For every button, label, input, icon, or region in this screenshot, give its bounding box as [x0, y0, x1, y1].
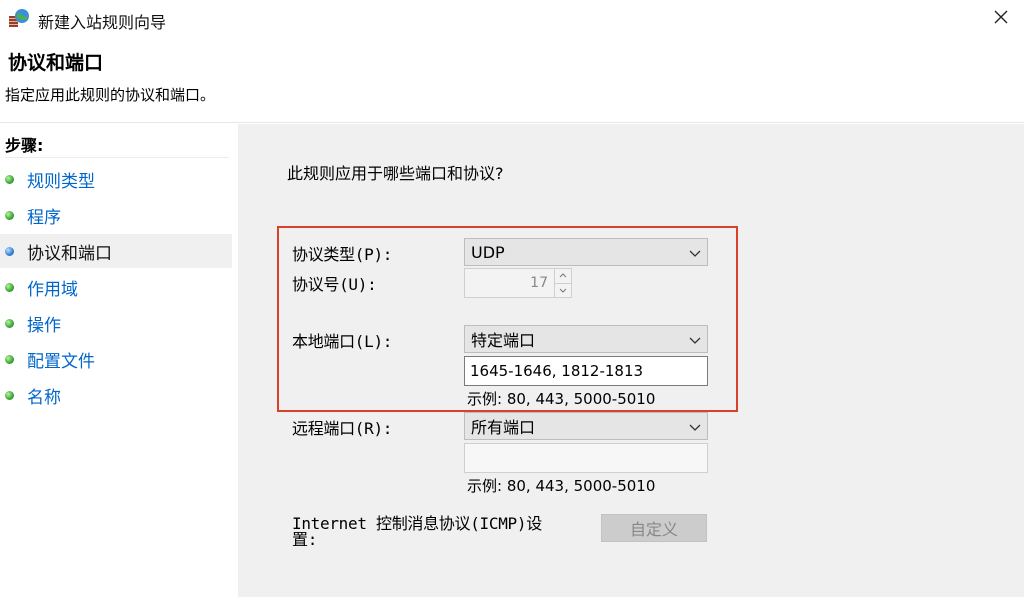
window-title: 新建入站规则向导 — [38, 13, 167, 32]
step-done-bullet-icon — [5, 282, 14, 292]
steps-divider — [5, 157, 229, 158]
protocol-type-select[interactable]: UDP — [464, 238, 708, 266]
main-content: 此规则应用于哪些端口和协议? 协议类型(P): UDP 协议号(U): 17 本… — [238, 124, 1024, 597]
remote-port-example: 示例: 80, 443, 5000-5010 — [467, 477, 656, 495]
sidebar-item-label: 程序 — [27, 207, 61, 228]
remote-port-select[interactable]: 所有端口 — [464, 412, 708, 440]
customize-icmp-button[interactable]: 自定义 — [601, 514, 707, 542]
remote-port-input[interactable] — [464, 443, 708, 473]
sidebar-item-label: 作用域 — [27, 279, 78, 300]
chevron-down-icon — [689, 417, 701, 436]
remote-port-value: 所有端口 — [471, 418, 536, 437]
header-divider — [0, 122, 1024, 123]
chevron-down-icon — [689, 243, 701, 262]
local-port-select[interactable]: 特定端口 — [464, 325, 708, 353]
sidebar-item-label: 规则类型 — [27, 171, 95, 192]
sidebar-item-profile[interactable]: 配置文件 — [0, 342, 232, 376]
local-port-label: 本地端口(L): — [292, 332, 393, 351]
spin-down-icon[interactable] — [555, 284, 571, 298]
sidebar-item-name[interactable]: 名称 — [0, 378, 232, 412]
sidebar-item-action[interactable]: 操作 — [0, 306, 232, 340]
step-current-bullet-icon — [5, 246, 14, 256]
steps-sidebar: 步骤: 规则类型 程序 协议和端口 作用域 操作 配置文件 名称 — [0, 124, 234, 597]
sidebar-item-program[interactable]: 程序 — [0, 198, 232, 232]
sidebar-item-label: 名称 — [27, 387, 61, 408]
icmp-settings-label: Internet 控制消息协议(ICMP)设 置: — [292, 514, 542, 549]
step-done-bullet-icon — [5, 390, 14, 400]
local-port-input[interactable]: 1645-1646, 1812-1813 — [464, 356, 708, 386]
chevron-down-icon — [689, 330, 701, 349]
protocol-number-stepper[interactable]: 17 — [464, 268, 572, 298]
firewall-globe-icon — [8, 7, 30, 29]
close-icon — [993, 9, 1009, 29]
local-port-example: 示例: 80, 443, 5000-5010 — [467, 390, 656, 408]
sidebar-item-label: 配置文件 — [27, 351, 95, 372]
remote-port-label: 远程端口(R): — [292, 419, 393, 438]
sidebar-item-label: 操作 — [27, 315, 61, 336]
wizard-header: 协议和端口 指定应用此规则的协议和端口。 — [0, 38, 1024, 122]
sidebar-item-label: 协议和端口 — [27, 243, 112, 264]
sidebar-item-scope[interactable]: 作用域 — [0, 270, 232, 304]
protocol-type-label: 协议类型(P): — [292, 245, 393, 264]
protocol-number-label: 协议号(U): — [292, 275, 377, 294]
step-done-bullet-icon — [5, 318, 14, 328]
question-text: 此规则应用于哪些端口和协议? — [287, 164, 504, 183]
protocol-number-value: 17 — [530, 275, 548, 291]
step-done-bullet-icon — [5, 210, 14, 220]
step-done-bullet-icon — [5, 174, 14, 184]
spin-up-icon[interactable] — [555, 269, 571, 284]
steps-label: 步骤: — [5, 136, 44, 155]
sidebar-item-protocol-and-ports[interactable]: 协议和端口 — [0, 234, 232, 268]
step-done-bullet-icon — [5, 354, 14, 364]
close-button[interactable] — [978, 0, 1024, 38]
sidebar-item-rule-type[interactable]: 规则类型 — [0, 162, 232, 196]
local-port-value: 特定端口 — [471, 331, 536, 350]
page-title: 协议和端口 — [8, 52, 104, 74]
title-bar: 新建入站规则向导 — [0, 0, 1024, 38]
page-description: 指定应用此规则的协议和端口。 — [5, 86, 216, 104]
protocol-type-value: UDP — [471, 242, 505, 262]
